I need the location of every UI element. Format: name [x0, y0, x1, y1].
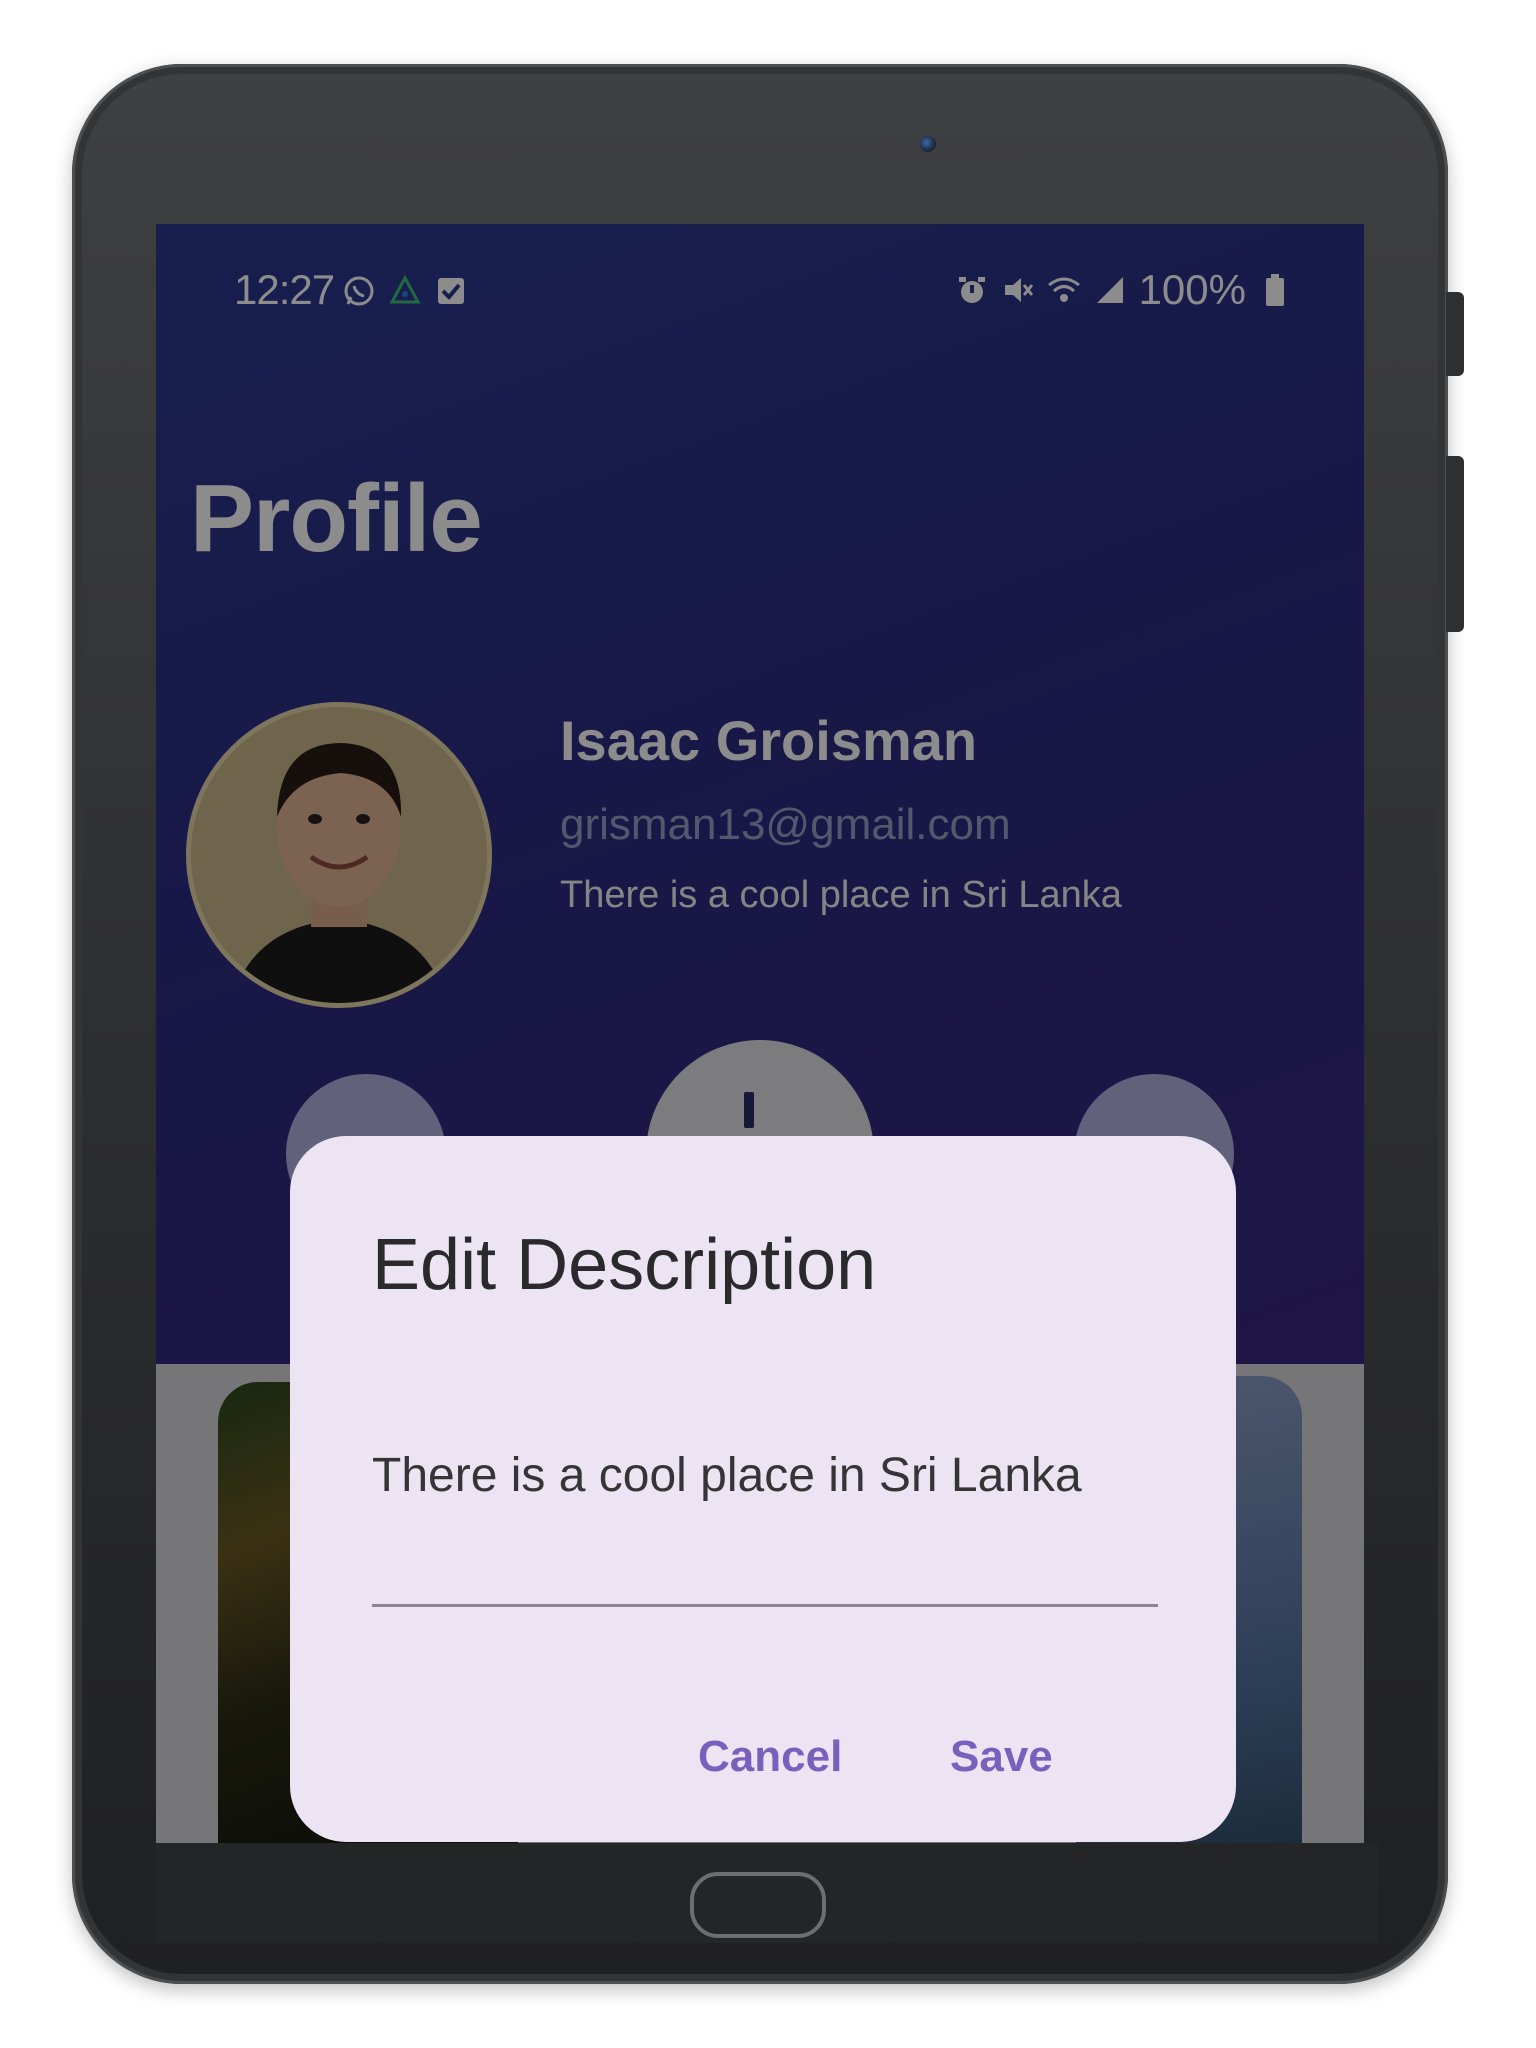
- dialog-title: Edit Description: [372, 1225, 877, 1305]
- home-button-overlay[interactable]: [690, 1872, 826, 1938]
- description-input[interactable]: There is a cool place in Sri Lanka: [372, 1436, 1152, 1596]
- input-underline: [372, 1604, 1158, 1607]
- volume-button: [1446, 292, 1464, 376]
- save-button[interactable]: Save: [950, 1732, 1053, 1782]
- cancel-button[interactable]: Cancel: [698, 1732, 842, 1782]
- front-camera: [920, 136, 936, 152]
- power-button: [1446, 456, 1464, 632]
- edit-description-dialog: Edit Description There is a cool place i…: [290, 1136, 1236, 1842]
